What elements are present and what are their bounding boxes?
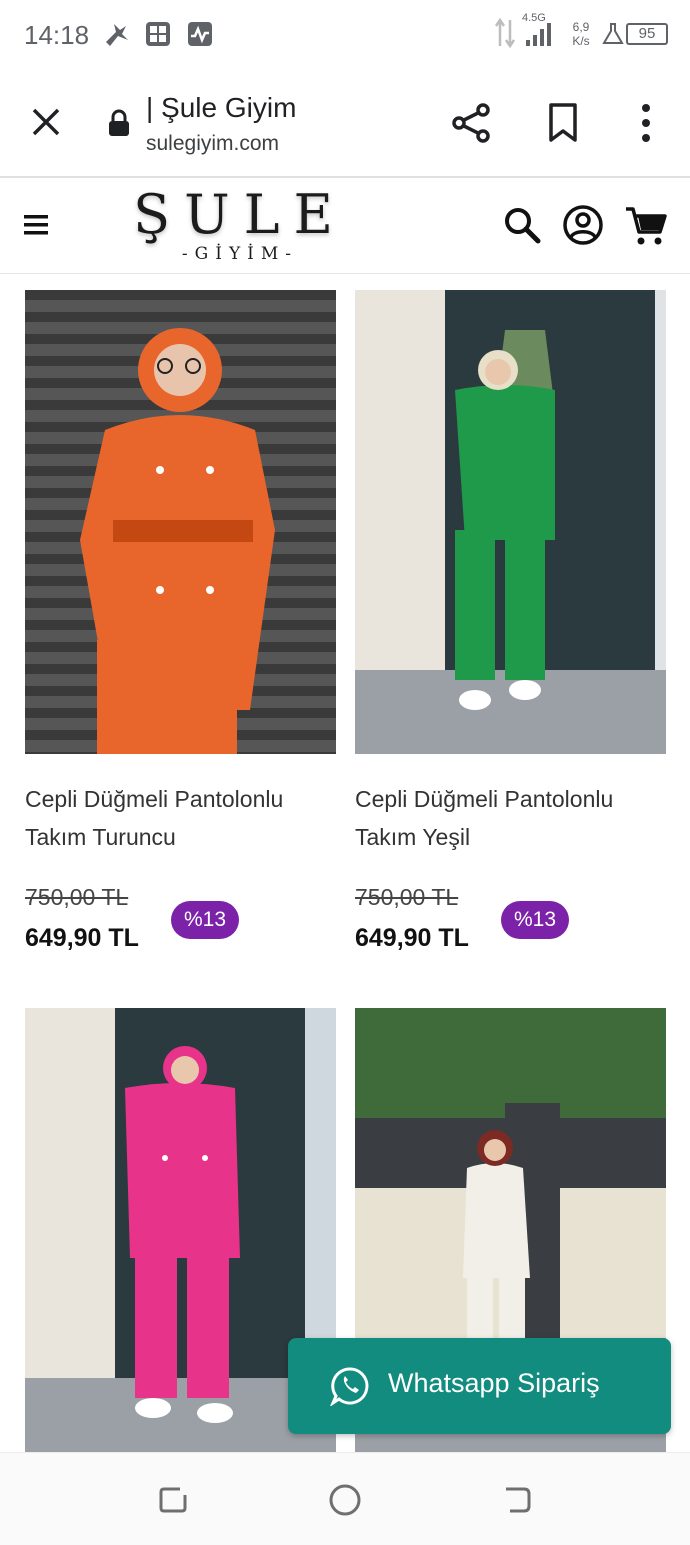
site-header: ŞULE -GİYİM- [0,180,690,274]
network-speed: 6,9 K/s [572,20,590,48]
product-card[interactable]: Cepli Düğmeli Pantolonlu Takım Turuncu 7… [25,290,336,952]
lock-icon[interactable] [106,108,132,138]
status-bar: 14:18 4.5G 6,9 K/s 95 [0,0,690,70]
flask-icon [602,23,624,44]
product-old-price: 750,00 TL [355,884,459,910]
model-figure [355,330,666,754]
cart-icon[interactable] [624,204,668,248]
signal-bars-icon [526,23,551,46]
product-card[interactable]: Cepli Düğmeli Pantolonlu Takım Yeşil 750… [355,290,666,952]
whatsapp-order-button[interactable]: Whatsapp Sipariş [288,1338,671,1434]
product-price: 649,90 TL [355,924,469,952]
whatsapp-icon [330,1367,369,1406]
home-icon[interactable] [328,1483,362,1517]
grid-app-icon [146,22,170,46]
data-transfer-icon [494,17,516,49]
account-icon[interactable] [562,204,604,246]
close-icon[interactable] [28,104,64,140]
product-image[interactable] [25,290,336,754]
app-notification-icon [106,24,128,46]
share-icon[interactable] [450,102,492,144]
product-old-price: 750,00 TL [25,884,129,910]
discount-badge: %13 [501,901,569,939]
bookmark-icon[interactable] [546,102,580,144]
logo-sub: -GİYİM- [181,244,299,264]
product-price: 649,90 TL [25,924,139,952]
whatsapp-label: Whatsapp Sipariş [388,1368,600,1398]
page-domain[interactable]: sulegiyim.com [146,132,279,156]
product-name[interactable]: Cepli Düğmeli Pantolonlu Takım Yeşil [355,780,666,856]
site-logo[interactable]: ŞULE -GİYİM- [132,186,348,270]
system-navigation-bar [0,1452,690,1545]
cell-signal: 4.5G [522,12,554,50]
more-options-icon[interactable] [636,102,656,144]
status-time: 14:18 [24,20,90,50]
product-name[interactable]: Cepli Düğmeli Pantolonlu Takım Turuncu [25,780,336,856]
discount-badge: %13 [171,901,239,939]
activity-icon [188,22,212,46]
recent-apps-icon[interactable] [156,1483,190,1517]
back-icon[interactable] [500,1483,534,1517]
search-icon[interactable] [503,206,541,244]
browser-toolbar: | Şule Giyim sulegiyim.com [0,70,690,178]
product-image[interactable] [355,290,666,754]
battery-indicator: 95 [626,23,668,45]
battery-level: 95 [638,25,656,42]
page-title: | Şule Giyim [146,92,297,123]
hamburger-menu-icon[interactable] [22,212,52,238]
model-figure [80,328,275,754]
logo-main: ŞULE [133,183,347,246]
